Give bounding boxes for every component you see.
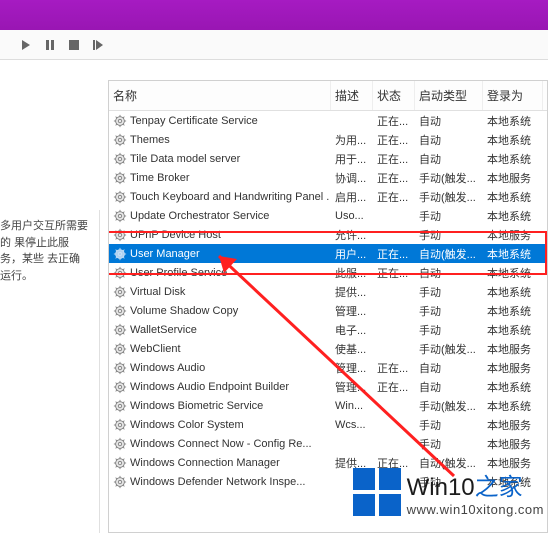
- service-desc-cell: Uso...: [331, 207, 373, 225]
- service-status-cell: [373, 403, 415, 409]
- service-status-cell: 正在...: [373, 376, 415, 398]
- service-name-cell: Windows Connection Manager: [109, 453, 331, 473]
- service-name-cell: Tenpay Certificate Service: [109, 111, 331, 131]
- service-status-cell: [373, 327, 415, 333]
- header-status[interactable]: 状态: [373, 81, 415, 110]
- service-desc-cell: [331, 441, 373, 447]
- play2-button[interactable]: [88, 35, 108, 55]
- header-name[interactable]: 名称: [109, 81, 331, 110]
- service-name-cell: Volume Shadow Copy: [109, 301, 331, 321]
- service-row[interactable]: WalletService电子...手动本地系统: [109, 320, 547, 339]
- service-name-cell: Virtual Disk: [109, 282, 331, 302]
- service-status-cell: [373, 308, 415, 314]
- service-name-cell: Update Orchestrator Service: [109, 206, 331, 226]
- description-panel: 多用户交互所需要的 果停止此服务，某些 去正确运行。: [0, 210, 100, 533]
- service-name-cell: Themes: [109, 130, 331, 150]
- service-row[interactable]: Windows Biometric ServiceWin...手动(触发...本…: [109, 396, 547, 415]
- service-name-cell: UPnP Device Host: [109, 225, 331, 245]
- header-logon[interactable]: 登录为: [483, 81, 543, 110]
- service-status-cell: [373, 232, 415, 238]
- media-toolbar: [0, 30, 548, 60]
- service-name-cell: WebClient: [109, 339, 331, 359]
- service-row[interactable]: User Manager用户...正在...自动(触发...本地系统: [109, 244, 547, 263]
- list-body: Tenpay Certificate Service正在...自动本地系统The…: [109, 111, 547, 491]
- service-row[interactable]: UPnP Device Host允许...手动本地服务: [109, 225, 547, 244]
- service-name-cell: Windows Connect Now - Config Re...: [109, 434, 331, 454]
- service-row[interactable]: Tenpay Certificate Service正在...自动本地系统: [109, 111, 547, 130]
- service-status-cell: 正在...: [373, 262, 415, 284]
- watermark: Win10之家 www.win10xitong.com: [349, 461, 548, 523]
- service-row[interactable]: Virtual Disk提供...手动本地系统: [109, 282, 547, 301]
- service-row[interactable]: Themes为用...正在...自动本地系统: [109, 130, 547, 149]
- service-row[interactable]: Update Orchestrator ServiceUso...手动本地系统: [109, 206, 547, 225]
- header-startup[interactable]: 启动类型: [415, 81, 483, 110]
- service-name-cell: Windows Defender Network Inspe...: [109, 472, 331, 492]
- service-name-cell: Touch Keyboard and Handwriting Panel ...: [109, 187, 331, 207]
- service-name-cell: Windows Biometric Service: [109, 396, 331, 416]
- service-row[interactable]: Windows Connect Now - Config Re...手动本地服务: [109, 434, 547, 453]
- service-name-cell: Windows Color System: [109, 415, 331, 435]
- pause-button[interactable]: [40, 35, 60, 55]
- service-name-cell: User Profile Service: [109, 263, 331, 283]
- stop-button[interactable]: [64, 35, 84, 55]
- list-header: 名称 描述 状态 启动类型 登录为: [109, 81, 547, 111]
- service-name-cell: Tile Data model server: [109, 149, 331, 169]
- service-row[interactable]: Touch Keyboard and Handwriting Panel ...…: [109, 187, 547, 206]
- service-row[interactable]: Volume Shadow Copy管理...手动本地系统: [109, 301, 547, 320]
- service-desc-cell: 启用...: [331, 186, 373, 208]
- service-row[interactable]: Tile Data model server用于...正在...自动本地系统: [109, 149, 547, 168]
- service-row[interactable]: Windows Audio Endpoint Builder管理...正在...…: [109, 377, 547, 396]
- service-row[interactable]: User Profile Service此服...正在...自动本地系统: [109, 263, 547, 282]
- service-name-cell: WalletService: [109, 320, 331, 340]
- service-status-cell: [373, 346, 415, 352]
- window-title-bar[interactable]: [0, 0, 548, 30]
- watermark-brand: Win10之家: [407, 467, 544, 502]
- windows-logo-icon: [353, 468, 401, 516]
- service-name-cell: Windows Audio: [109, 358, 331, 378]
- service-desc-cell: 管理...: [331, 376, 373, 398]
- service-desc-cell: [331, 118, 373, 124]
- service-name-cell: Windows Audio Endpoint Builder: [109, 377, 331, 397]
- play-button[interactable]: [16, 35, 36, 55]
- service-desc-cell: Wcs...: [331, 416, 373, 434]
- service-name-cell: Time Broker: [109, 168, 331, 188]
- service-status-cell: [373, 422, 415, 428]
- watermark-url: www.win10xitong.com: [407, 502, 544, 517]
- service-row[interactable]: Time Broker协调...正在...手动(触发...本地服务: [109, 168, 547, 187]
- service-row[interactable]: Windows Color SystemWcs...手动本地服务: [109, 415, 547, 434]
- service-status-cell: [373, 213, 415, 219]
- service-row[interactable]: Windows Audio管理...正在...自动本地服务: [109, 358, 547, 377]
- service-status-cell: [373, 289, 415, 295]
- service-status-cell: [373, 441, 415, 447]
- service-row[interactable]: WebClient使基...手动(触发...本地服务: [109, 339, 547, 358]
- service-name-cell: User Manager: [109, 244, 331, 264]
- header-desc[interactable]: 描述: [331, 81, 373, 110]
- service-status-cell: 正在...: [373, 186, 415, 208]
- service-desc-cell: Win...: [331, 397, 373, 415]
